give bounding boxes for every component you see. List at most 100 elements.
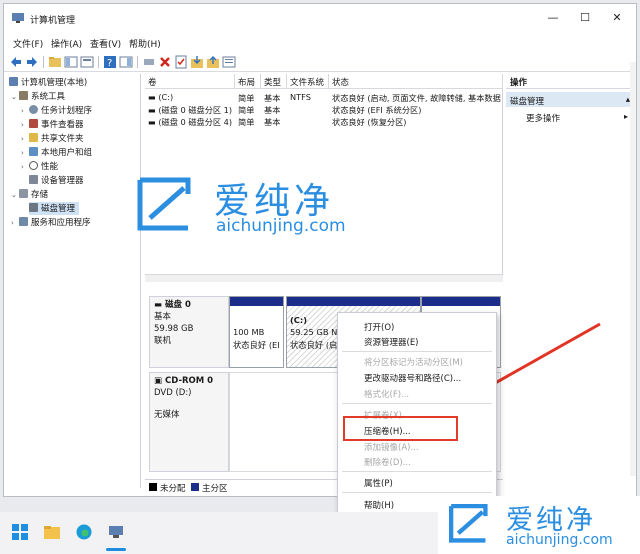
menu-item-explorer[interactable]: 资源管理器(E) bbox=[364, 336, 419, 348]
menu-item-add-mirror: 添加镜像(A)... bbox=[364, 443, 419, 453]
chevron-right-icon[interactable]: › bbox=[21, 163, 29, 171]
chevron-down-icon[interactable]: ⌄ bbox=[11, 93, 19, 101]
chevron-right-icon[interactable]: › bbox=[21, 149, 29, 157]
checklist-icon[interactable] bbox=[174, 55, 188, 69]
tree-services-apps[interactable]: › 服务和应用程序 bbox=[11, 216, 91, 229]
users-icon bbox=[29, 147, 38, 156]
table-row[interactable]: ▬ (磁盘 0 磁盘分区 4) 简单 基本 状态良好 (恢复分区) bbox=[145, 116, 503, 128]
menu-item-help[interactable]: 帮助(H) bbox=[364, 499, 394, 511]
table-row[interactable]: ▬ (C:) 简单 基本 NTFS 状态良好 (启动, 页面文件, 故障转储, … bbox=[145, 92, 503, 104]
type-cell: 基本 bbox=[264, 93, 281, 103]
maximize-button[interactable]: ☐ bbox=[570, 9, 600, 27]
table-row[interactable]: ▬ (磁盘 0 磁盘分区 1) 简单 基本 状态良好 (EFI 系统分区) bbox=[145, 104, 503, 116]
chevron-right-icon[interactable]: › bbox=[21, 135, 29, 143]
legend-primary: 主分区 bbox=[202, 484, 228, 494]
event-viewer-icon bbox=[29, 119, 38, 128]
actions-section-disk-management[interactable]: 磁盘管理 ▴ bbox=[506, 92, 636, 107]
cdrom-type: DVD (D:) bbox=[154, 388, 192, 398]
svg-text:?: ? bbox=[107, 58, 112, 69]
help-icon[interactable]: ? bbox=[103, 55, 117, 69]
vertical-scrollbar[interactable] bbox=[630, 62, 636, 476]
menu-file[interactable]: 文件(F) bbox=[13, 37, 43, 50]
tree-shared-folders[interactable]: › 共享文件夹 bbox=[21, 132, 84, 145]
menu-separator bbox=[342, 403, 492, 404]
chevron-right-icon[interactable]: › bbox=[21, 107, 29, 115]
tree-device-manager[interactable]: 设备管理器 bbox=[21, 174, 84, 187]
menu-action[interactable]: 操作(A) bbox=[51, 37, 82, 50]
tree-local-users[interactable]: › 本地用户和组 bbox=[21, 146, 92, 159]
partition-bar bbox=[422, 297, 500, 306]
horizontal-scrollbar[interactable] bbox=[145, 274, 503, 282]
folder-up-icon[interactable] bbox=[48, 55, 62, 69]
computer-management-window: 计算机管理 — ☐ ✕ 文件(F) 操作(A) 查看(V) 帮助(H) ? 计算… bbox=[3, 3, 637, 497]
status-cell: 状态良好 (EFI 系统分区) bbox=[332, 105, 422, 115]
menu-help[interactable]: 帮助(H) bbox=[129, 37, 161, 50]
windows-start-icon[interactable] bbox=[12, 524, 28, 540]
status-cell: 状态良好 (恢复分区) bbox=[332, 117, 407, 127]
chevron-right-icon[interactable]: › bbox=[11, 219, 19, 227]
menu-item-delete: 删除卷(D)... bbox=[364, 458, 411, 468]
minimize-button[interactable]: — bbox=[538, 9, 568, 27]
properties-icon[interactable] bbox=[80, 55, 94, 69]
edge-browser-icon[interactable] bbox=[76, 524, 92, 540]
partition-efi[interactable]: 100 MB 状态良好 (EI bbox=[229, 296, 284, 368]
chevron-down-icon[interactable]: ⌄ bbox=[11, 191, 19, 199]
menu-view[interactable]: 查看(V) bbox=[90, 37, 121, 50]
volume-cell: ▬ (磁盘 0 磁盘分区 1) bbox=[148, 105, 233, 115]
menu-item-open[interactable]: 打开(O) bbox=[364, 321, 394, 333]
partition-status: 状态良好 (EI bbox=[233, 340, 280, 350]
column-header-filesystem[interactable]: 文件系统 bbox=[287, 74, 329, 89]
tree-system-tools[interactable]: ⌄ 系统工具 bbox=[11, 90, 65, 103]
tree-performance[interactable]: › 性能 bbox=[21, 160, 58, 173]
tree-task-scheduler[interactable]: › 任务计划程序 bbox=[21, 104, 92, 117]
column-header-status[interactable]: 状态 bbox=[329, 74, 503, 89]
connect-icon[interactable] bbox=[142, 55, 156, 69]
menu-item-mark-active: 将分区标记为活动分区(M) bbox=[364, 358, 463, 368]
type-cell: 基本 bbox=[264, 117, 281, 127]
console-tree-icon[interactable] bbox=[64, 55, 78, 69]
menu-item-properties[interactable]: 属性(P) bbox=[364, 477, 393, 489]
back-arrow-icon[interactable] bbox=[9, 55, 23, 69]
disk0-name: 磁盘 0 bbox=[165, 300, 191, 310]
active-app-indicator bbox=[106, 548, 126, 551]
list-view-icon[interactable] bbox=[222, 55, 236, 69]
title-bar: 计算机管理 — ☐ ✕ bbox=[4, 4, 636, 32]
column-header-volume[interactable]: 卷 bbox=[145, 74, 235, 89]
column-header-layout[interactable]: 布局 bbox=[235, 74, 261, 89]
column-header-type[interactable]: 类型 bbox=[261, 74, 287, 89]
tools-icon bbox=[19, 91, 28, 100]
close-button[interactable]: ✕ bbox=[602, 9, 632, 27]
tree-disk-management[interactable]: 磁盘管理 bbox=[29, 202, 80, 215]
forward-arrow-icon[interactable] bbox=[25, 55, 39, 69]
partition-bar bbox=[287, 297, 420, 306]
show-hide-icon[interactable] bbox=[119, 55, 133, 69]
menu-item-change-drive-letter[interactable]: 更改驱动器号和路径(C)... bbox=[364, 372, 461, 384]
volume-cell: ▬ (磁盘 0 磁盘分区 4) bbox=[148, 117, 233, 127]
services-icon bbox=[19, 217, 28, 226]
disk0-info[interactable]: ▬ 磁盘 0 基本 59.98 GB 联机 bbox=[149, 296, 229, 368]
computer-management-taskbar-icon[interactable] bbox=[108, 524, 124, 540]
legend-unallocated: 未分配 bbox=[160, 484, 186, 494]
context-menu: 打开(O) 资源管理器(E) 将分区标记为活动分区(M) 更改驱动器号和路径(C… bbox=[337, 312, 497, 514]
device-manager-icon bbox=[29, 175, 38, 184]
layout-cell: 简单 bbox=[238, 105, 255, 115]
cdrom-info[interactable]: ▣ CD-ROM 0 DVD (D:) 无媒体 bbox=[149, 372, 229, 472]
actions-header: 操作 bbox=[506, 74, 636, 89]
clock-icon bbox=[29, 105, 38, 114]
computer-management-icon bbox=[12, 13, 24, 23]
partition-status: 状态良好 (启 bbox=[290, 340, 338, 350]
import-icon[interactable] bbox=[190, 55, 204, 69]
delete-icon[interactable] bbox=[158, 55, 172, 69]
chevron-right-icon[interactable]: › bbox=[21, 121, 29, 129]
layout-cell: 简单 bbox=[238, 117, 255, 127]
tree-root[interactable]: 计算机管理(本地) bbox=[9, 76, 87, 89]
file-explorer-icon[interactable] bbox=[44, 524, 60, 540]
cdrom-name: CD-ROM 0 bbox=[165, 376, 214, 386]
shrink-highlight-box bbox=[343, 416, 458, 441]
tree-event-viewer[interactable]: › 事件查看器 bbox=[21, 118, 84, 131]
menu-separator bbox=[342, 351, 492, 352]
shared-folder-icon bbox=[29, 133, 38, 142]
tree-storage[interactable]: ⌄ 存储 bbox=[11, 188, 48, 201]
more-actions[interactable]: 更多操作 bbox=[526, 112, 560, 124]
export-icon[interactable] bbox=[206, 55, 220, 69]
